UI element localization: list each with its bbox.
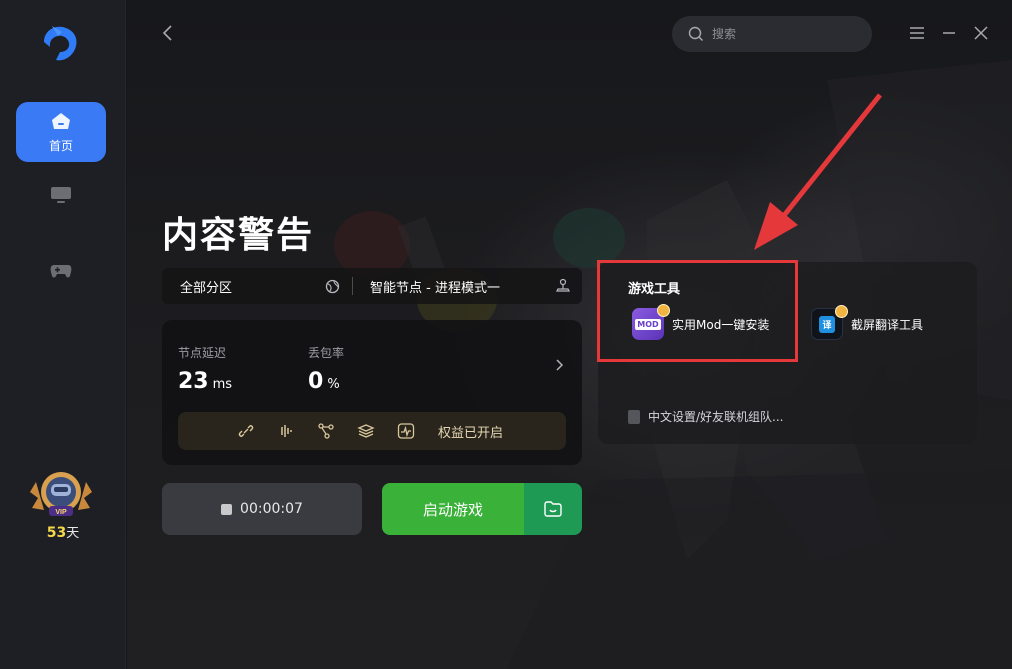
game-title: 内容警告 <box>162 215 315 256</box>
close-icon[interactable] <box>972 24 990 42</box>
latency-stat: 节点延迟 23 ms <box>178 344 232 394</box>
latency-unit: ms <box>212 377 233 392</box>
vip-days: 53天 <box>0 522 126 541</box>
globe-icon <box>325 279 340 293</box>
vip-days-unit: 天 <box>66 526 80 541</box>
search-icon <box>688 26 703 41</box>
sidebar-item-devices[interactable] <box>16 168 106 228</box>
translate-icon-text: 译 <box>819 315 835 333</box>
audio-wave-icon <box>276 421 296 441</box>
packet-loss-value: 0 <box>308 369 324 394</box>
sidebar-item-games[interactable] <box>16 244 106 304</box>
packet-loss-unit: % <box>327 377 340 392</box>
app-logo-icon <box>44 26 77 61</box>
zone-label: 全部分区 <box>180 280 233 296</box>
joystick-icon <box>556 278 570 292</box>
packet-loss-stat: 丢包率 0% <box>308 344 344 394</box>
translate-icon: 译 <box>811 305 848 340</box>
zone-selector[interactable]: 全部分区 <box>162 277 352 296</box>
download-badge-icon <box>835 305 848 318</box>
search-box[interactable] <box>672 16 872 52</box>
tool-label: 截屏翻译工具 <box>851 317 924 332</box>
sidebar-item-label: 首页 <box>48 138 73 153</box>
document-icon <box>628 409 640 424</box>
benefits-bar[interactable]: 权益已开启 <box>178 412 566 450</box>
node-selector-bar: 全部分区 智能节点 - 进程模式一 <box>162 268 582 304</box>
tip-text: 中文设置/好友联机组队... <box>648 410 784 424</box>
menu-icon[interactable] <box>908 24 926 42</box>
link-icon <box>236 421 256 441</box>
minimize-icon[interactable] <box>940 24 958 42</box>
stop-acceleration-button[interactable]: 00:00:07 <box>162 483 362 535</box>
game-folder-button[interactable] <box>524 483 582 535</box>
pulse-monitor-icon <box>396 421 416 441</box>
back-arrow-icon[interactable] <box>158 22 178 44</box>
network-nodes-icon <box>316 421 336 441</box>
vip-badge-label: VIP <box>55 509 67 516</box>
latency-label: 节点延迟 <box>178 346 227 360</box>
stats-card: 节点延迟 23 ms 丢包率 0% 权益已开启 <box>162 320 582 465</box>
sidebar: 首页 VIP 53天 <box>0 0 126 669</box>
vip-badge-icon: VIP <box>30 472 92 516</box>
node-mode-label: 智能节点 - 进程模式一 <box>370 280 500 296</box>
screenshot-translate-tool[interactable]: 译 截屏翻译工具 <box>811 305 924 340</box>
folder-icon <box>544 501 562 517</box>
latency-value: 23 <box>178 369 209 394</box>
node-mode-selector[interactable]: 智能节点 - 进程模式一 <box>353 277 582 296</box>
annotation-arrow-icon <box>754 93 882 250</box>
benefits-status-text: 权益已开启 <box>438 425 504 441</box>
launch-game-button[interactable]: 启动游戏 <box>382 483 524 535</box>
search-input[interactable] <box>712 27 852 41</box>
timer-text: 00:00:07 <box>240 501 303 517</box>
stack-box-icon <box>356 421 376 441</box>
chevron-right-icon[interactable] <box>554 358 564 372</box>
highlight-box <box>597 260 798 362</box>
gamepad-icon <box>50 265 72 278</box>
monitor-icon <box>51 187 71 203</box>
vip-days-number: 53 <box>46 525 67 541</box>
home-icon <box>52 112 70 129</box>
packet-loss-label: 丢包率 <box>308 346 345 360</box>
stop-icon <box>221 503 233 515</box>
chinese-settings-tip[interactable]: 中文设置/好友联机组队... <box>628 408 784 425</box>
sidebar-item-home[interactable]: 首页 <box>16 102 106 162</box>
